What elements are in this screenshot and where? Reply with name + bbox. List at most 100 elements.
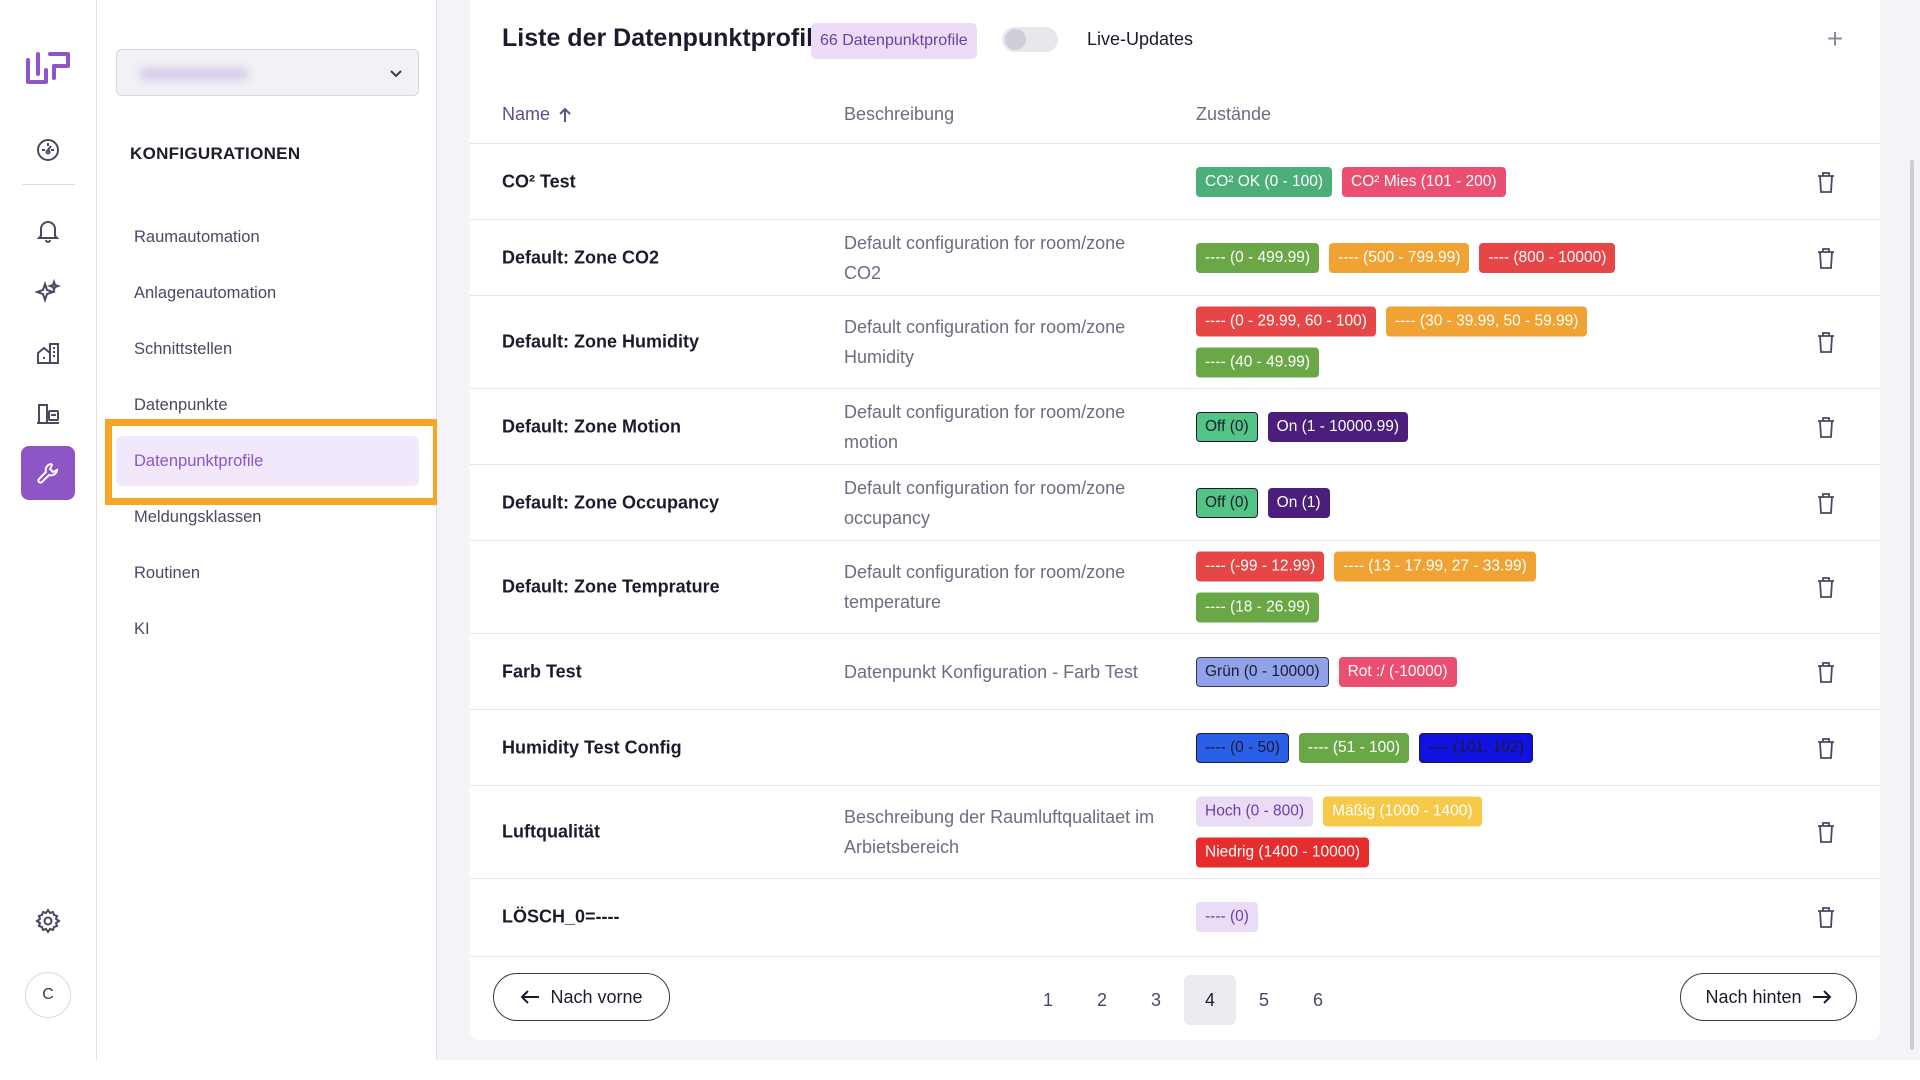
- profile-states: CO² OK (0 - 100) CO² Mies (101 - 200): [1196, 166, 1616, 197]
- page-number-button[interactable]: 4: [1184, 975, 1236, 1025]
- profile-name: LÖSCH_0=----: [502, 906, 620, 926]
- trash-icon[interactable]: [1815, 170, 1837, 194]
- bell-icon[interactable]: [21, 204, 75, 258]
- dashboard-icon[interactable]: [21, 123, 75, 177]
- table-row[interactable]: Farb Test Datenpunkt Konfiguration - Farb…: [470, 633, 1880, 709]
- state-tag: ---- (40 - 49.99): [1196, 347, 1320, 378]
- profile-description: Default configuration for room/zone moti…: [844, 401, 1126, 452]
- table-row[interactable]: CO² Test CO² OK (0 - 100) CO² Mies (101 - …: [470, 143, 1880, 219]
- settings-icon[interactable]: [21, 894, 75, 948]
- state-tag: ---- (101, 102): [1419, 732, 1533, 763]
- icon-rail: C: [0, 0, 97, 1060]
- logo-icon[interactable]: [24, 46, 72, 90]
- table-row[interactable]: Default: Zone Temprature Default configur…: [470, 540, 1880, 633]
- profile-description: Datenpunkt Konfiguration - Farb Test: [844, 661, 1138, 682]
- page-number-button[interactable]: 3: [1130, 975, 1182, 1025]
- profile-name: Default: Zone Occupancy: [502, 492, 720, 512]
- profile-name: Default: Zone CO2: [502, 247, 660, 267]
- profile-states: ---- (0 - 499.99) ---- (500 - 799.99) ----…: [1196, 242, 1616, 273]
- trash-icon[interactable]: [1815, 491, 1837, 515]
- table-row[interactable]: Default: Zone Humidity Default configurat…: [470, 295, 1880, 388]
- nav-item-routinen[interactable]: Routinen: [116, 548, 419, 598]
- trash-icon[interactable]: [1815, 820, 1837, 844]
- previous-page-button[interactable]: Nach vorne: [493, 973, 670, 1021]
- trash-icon[interactable]: [1815, 415, 1837, 439]
- table-row[interactable]: LÖSCH_0=---- ---- (0): [470, 878, 1880, 954]
- profile-states: ---- (0 - 50) ---- (51 - 100) ---- (101, 1…: [1196, 732, 1616, 763]
- state-tag: ---- (51 - 100): [1298, 732, 1410, 763]
- profile-name: Default: Zone Temprature: [502, 576, 720, 597]
- table-row[interactable]: Luftqualität Beschreibung der Raumluftqua…: [470, 785, 1880, 878]
- state-tag: ---- (-99 - 12.99): [1196, 551, 1325, 582]
- organization-name-redacted: [139, 67, 249, 81]
- count-badge: 66 Datenpunktprofile: [811, 23, 977, 59]
- profile-description: Default configuration for room/zone CO2: [844, 232, 1126, 283]
- profile-name: Humidity Test Config: [502, 737, 682, 757]
- state-tag: Hoch (0 - 800): [1196, 796, 1314, 827]
- page-number-button[interactable]: 2: [1076, 975, 1128, 1025]
- nav-item-ki[interactable]: KI: [116, 604, 419, 654]
- state-tag: ---- (0 - 50): [1196, 732, 1289, 763]
- page-number-button[interactable]: 6: [1292, 975, 1344, 1025]
- profile-description: Default configuration for room/zone Humi…: [844, 317, 1126, 367]
- trash-icon[interactable]: [1815, 330, 1837, 354]
- user-avatar[interactable]: C: [25, 972, 71, 1018]
- wrench-icon[interactable]: [21, 446, 75, 500]
- profile-name: Farb Test: [502, 661, 582, 681]
- trash-icon[interactable]: [1815, 246, 1837, 270]
- profile-states: ---- (-99 - 12.99) ---- (13 - 17.99, 27 -…: [1196, 551, 1616, 623]
- config-subnav: KONFIGURATIONEN Raumautomation Anlagenau…: [97, 0, 437, 1060]
- nav-item-datenpunktprofile[interactable]: Datenpunktprofile: [116, 436, 419, 486]
- arrow-left-icon: [521, 990, 540, 1004]
- table-row[interactable]: Humidity Test Config ---- (0 - 50) ---- (5…: [470, 709, 1880, 785]
- state-tag: ---- (0 - 499.99): [1196, 242, 1320, 273]
- table-row[interactable]: Default: Zone Occupancy Default configura…: [470, 464, 1880, 540]
- page-number-button[interactable]: 5: [1238, 975, 1290, 1025]
- column-header-name[interactable]: Name: [502, 104, 572, 125]
- nav-item-meldungsklassen[interactable]: Meldungsklassen: [116, 492, 419, 542]
- state-tag: On (1): [1267, 487, 1330, 518]
- profile-name: Default: Zone Motion: [502, 416, 681, 436]
- card-header: Liste der Datenpunktprofile 66 Datenpunk…: [470, 0, 1880, 80]
- profile-states: Off (0) On (1 - 10000.99): [1196, 411, 1616, 442]
- live-updates-toggle[interactable]: [1002, 27, 1058, 52]
- assets-icon[interactable]: [21, 387, 75, 441]
- page-numbers: 123456: [1022, 975, 1344, 1025]
- nav-item-datenpunkte[interactable]: Datenpunkte: [116, 380, 419, 430]
- buildings-icon[interactable]: [21, 326, 75, 380]
- sparkle-icon[interactable]: [21, 265, 75, 319]
- trash-icon[interactable]: [1815, 905, 1837, 929]
- chevron-down-icon: [390, 70, 402, 78]
- next-page-button[interactable]: Nach hinten: [1680, 973, 1857, 1021]
- organization-select[interactable]: [116, 49, 419, 96]
- column-header-name-label: Name: [502, 104, 551, 124]
- profiles-card: Liste der Datenpunktprofile 66 Datenpunk…: [470, 0, 1880, 1040]
- profile-states: ---- (0 - 29.99, 60 - 100) ---- (30 - 39.…: [1196, 306, 1616, 378]
- profile-states: Grün (0 - 10000) Rot :/ (-10000): [1196, 656, 1616, 687]
- nav-item-anlagenautomation[interactable]: Anlagenautomation: [116, 268, 419, 318]
- state-tag: ---- (18 - 26.99): [1196, 592, 1320, 623]
- arrow-right-icon: [1812, 990, 1831, 1004]
- profile-description: Beschreibung der Raumluftqualitaet im Ar…: [844, 807, 1155, 857]
- sort-arrow-up-icon: [559, 107, 571, 122]
- section-title: KONFIGURATIONEN: [130, 144, 301, 163]
- nav-item-raumautomation[interactable]: Raumautomation: [116, 212, 419, 262]
- state-tag: Mäßig (1000 - 1400): [1323, 796, 1482, 827]
- trash-icon[interactable]: [1815, 660, 1837, 684]
- state-tag: Grün (0 - 10000): [1196, 656, 1329, 687]
- nav-item-schnittstellen[interactable]: Schnittstellen: [116, 324, 419, 374]
- trash-icon[interactable]: [1815, 736, 1837, 760]
- page-scrollbar[interactable]: [1904, 0, 1920, 1060]
- add-profile-button[interactable]: +: [1820, 23, 1850, 54]
- profile-states: Hoch (0 - 800) Mäßig (1000 - 1400) Niedrig…: [1196, 796, 1616, 868]
- scrollbar-thumb[interactable]: [1910, 160, 1914, 1050]
- page-number-button[interactable]: 1: [1022, 975, 1074, 1025]
- state-tag: ---- (800 - 10000): [1479, 242, 1616, 273]
- state-tag: ---- (30 - 39.99, 50 - 59.99): [1385, 306, 1588, 337]
- app-window: C KONFIGURATIONEN Raumautomation Anlagen…: [0, 0, 1920, 1080]
- trash-icon[interactable]: [1815, 575, 1837, 599]
- table-row[interactable]: Default: Zone CO2 Default configuration f…: [470, 219, 1880, 295]
- profile-description: Default configuration for room/zone temp…: [844, 562, 1126, 612]
- table-row[interactable]: Default: Zone Motion Default configuratio…: [470, 388, 1880, 464]
- profile-description: Default configuration for room/zone occu…: [844, 477, 1126, 528]
